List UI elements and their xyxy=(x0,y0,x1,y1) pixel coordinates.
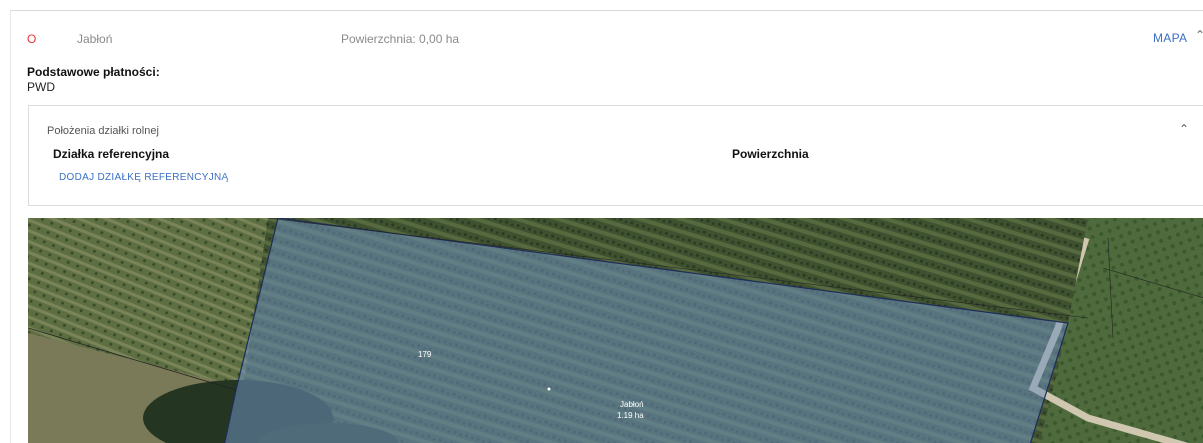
map-button[interactable]: MAPA xyxy=(1153,31,1187,45)
location-panel: Położenia działki rolnej ⌃ Działka refer… xyxy=(28,105,1203,206)
plot-crop: Jabłoń xyxy=(77,32,113,46)
plot-code: O xyxy=(27,32,37,46)
plot-area: Powierzchnia: 0,00 ha xyxy=(341,32,460,46)
plot-summary-row[interactable]: O Jabłoń Powierzchnia: 0,00 ha MAPA ⌃ xyxy=(11,11,1203,55)
payments-value: PWD xyxy=(27,80,55,94)
column-header-area: Powierzchnia xyxy=(732,147,809,161)
location-panel-title: Położenia działki rolnej xyxy=(47,125,159,137)
add-reference-plot-button[interactable]: DODAJ DZIAŁKĘ REFERENCYJNĄ xyxy=(59,172,229,183)
parcel-area-label: 1.19 ha xyxy=(617,411,644,420)
payments-label: Podstawowe płatności: xyxy=(27,65,160,79)
plot-card: O Jabłoń Powierzchnia: 0,00 ha MAPA ⌃ Po… xyxy=(10,10,1203,443)
column-header-reference-plot: Działka referencyjna xyxy=(53,147,170,161)
chevron-up-icon[interactable]: ⌃ xyxy=(1179,122,1189,136)
map-view[interactable]: 179 Jabłoń 1.19 ha xyxy=(28,218,1203,443)
parcel-crop-label: Jabłoń xyxy=(620,400,644,409)
parcel-number-label: 179 xyxy=(418,350,432,359)
chevron-up-icon[interactable]: ⌃ xyxy=(1195,28,1203,42)
